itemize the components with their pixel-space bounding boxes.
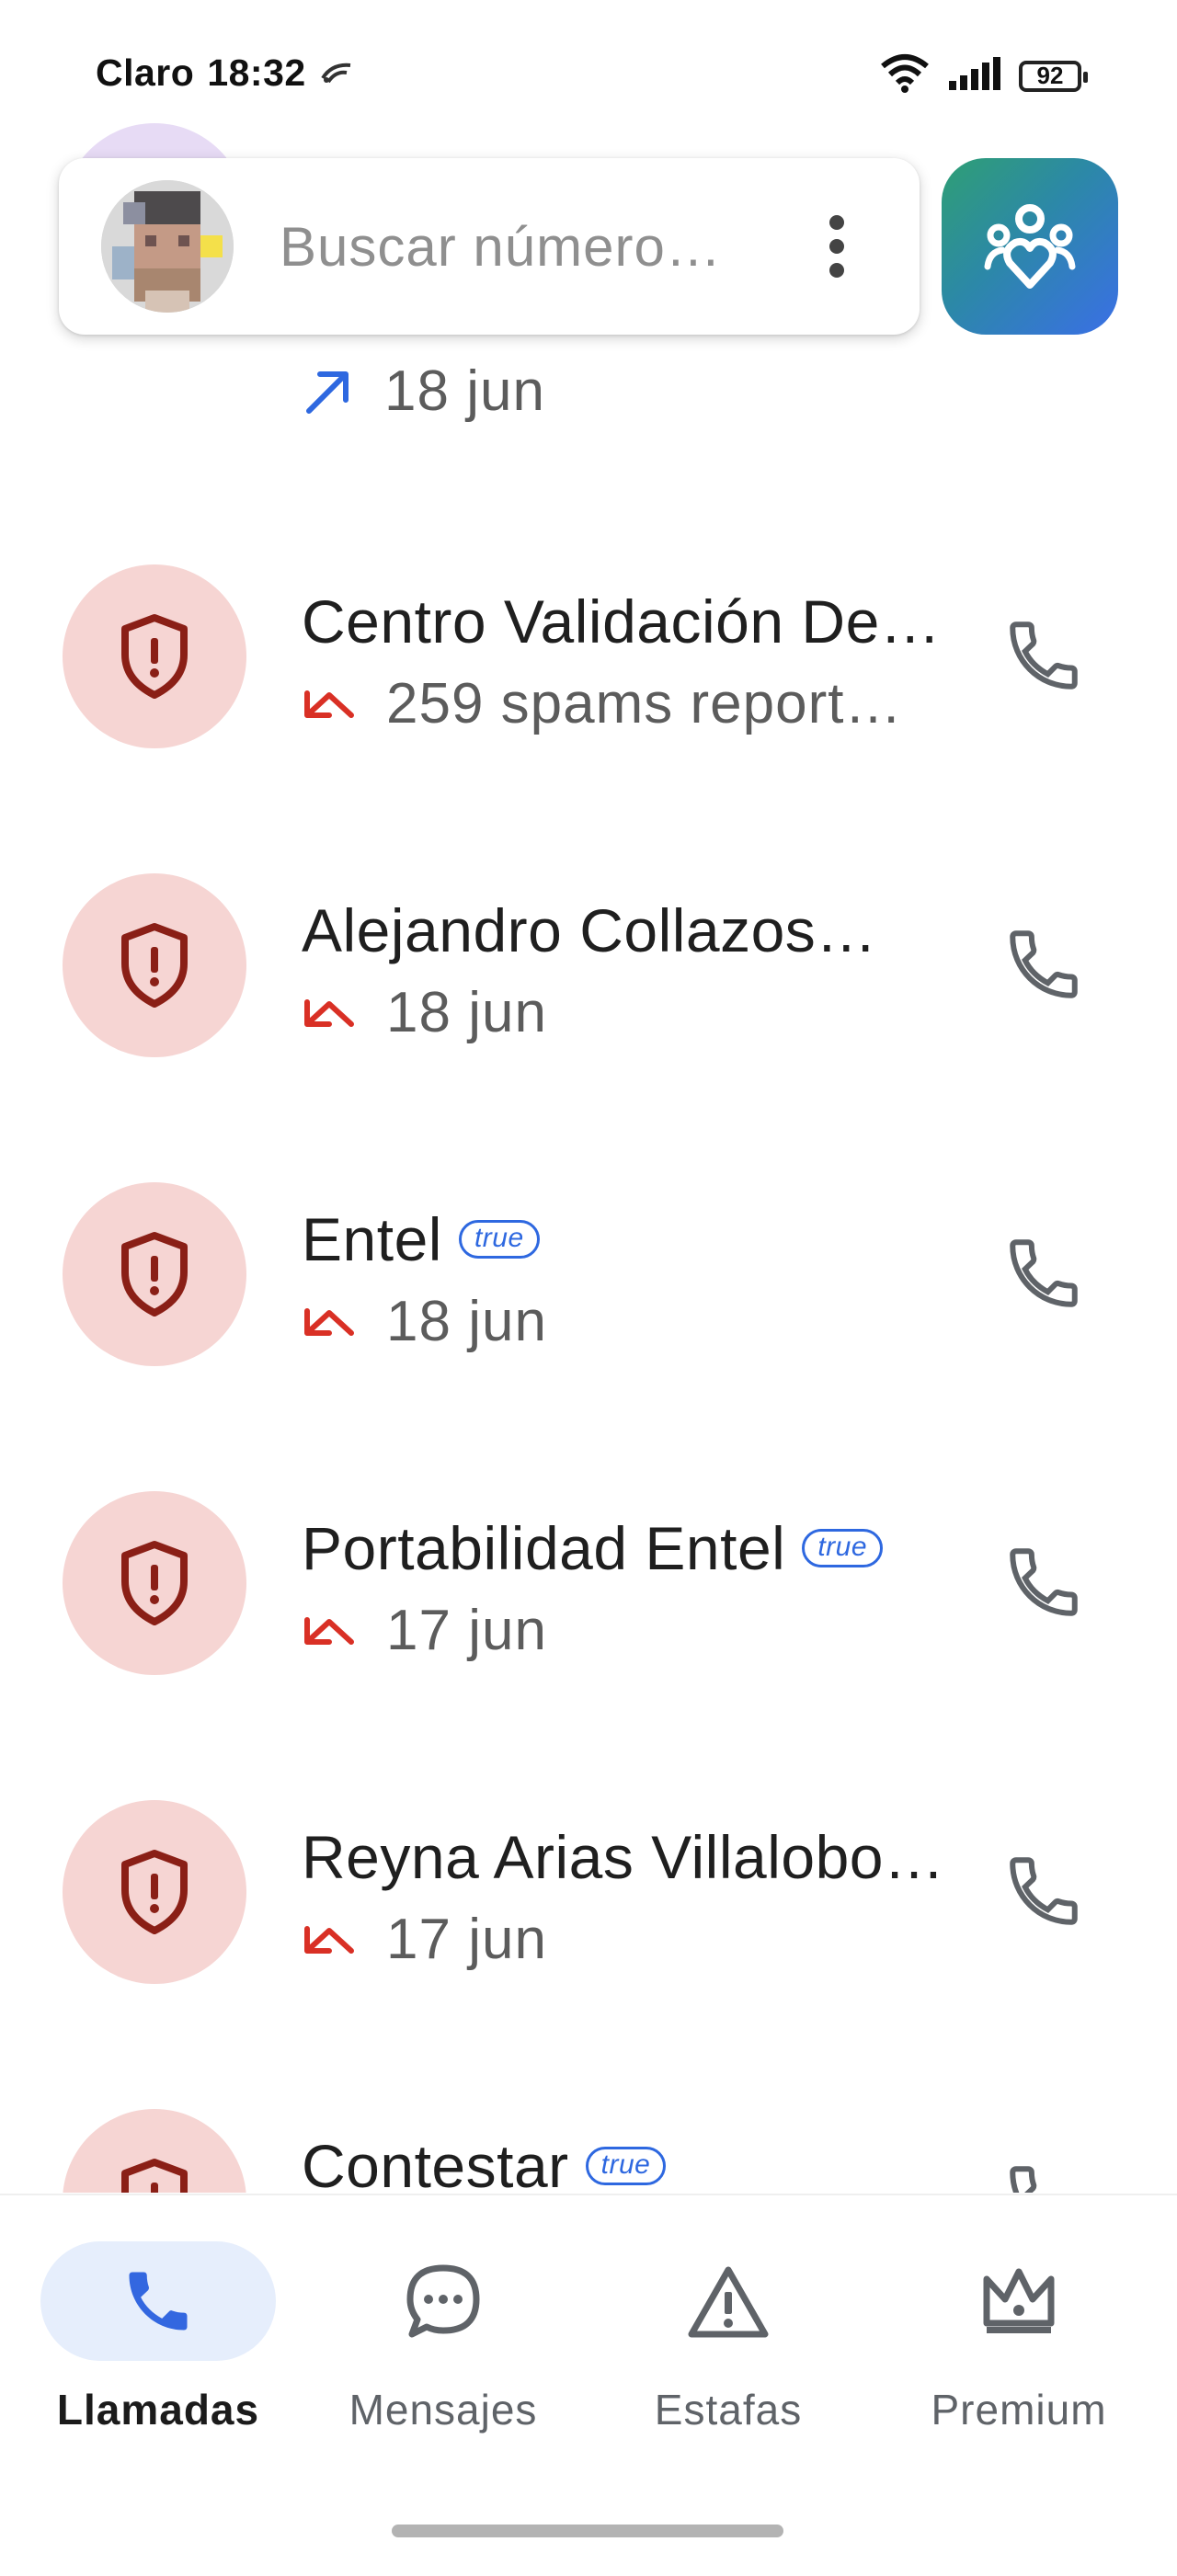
spam-shield-icon xyxy=(121,2159,188,2193)
outgoing-arrow-icon xyxy=(306,370,349,414)
missed-arrow-icon xyxy=(304,1307,354,1336)
caller-name: Centro Validación De… xyxy=(302,587,942,655)
spam-avatar[interactable] xyxy=(63,873,246,1057)
phone-call-icon[interactable] xyxy=(1002,614,1085,697)
nav-premium[interactable]: Premium xyxy=(890,2241,1148,2434)
call-detail: 18 jun xyxy=(302,1289,547,1354)
call-detail: 17 jun xyxy=(302,1598,547,1663)
nav-premium-label: Premium xyxy=(931,2386,1107,2434)
verified-badge: true xyxy=(802,1529,884,1567)
spam-shield-icon xyxy=(121,614,188,699)
warning-triangle-icon xyxy=(688,2266,769,2338)
call-date: 18 jun xyxy=(384,359,545,423)
nav-messages-label: Mensajes xyxy=(349,2386,538,2434)
caller-name: Reyna Arias Villalobo… xyxy=(302,1823,945,1891)
call-row[interactable]: Alejandro Collazos… 18 jun xyxy=(0,796,1177,1105)
call-row[interactable]: Reyna Arias Villalobo… 17 jun xyxy=(0,1723,1177,2032)
call-date: 17 jun xyxy=(386,1908,547,1971)
spam-avatar[interactable] xyxy=(63,564,246,748)
caller-name-row: Reyna Arias Villalobo… xyxy=(302,1822,945,1892)
caller-name-row: Portabilidad Entel true xyxy=(302,1513,884,1583)
phone-icon xyxy=(129,2272,188,2331)
chat-bubble-icon xyxy=(406,2264,480,2338)
call-date: 18 jun xyxy=(386,981,547,1044)
verified-badge: true xyxy=(458,1220,540,1259)
missed-arrow-icon xyxy=(304,1616,354,1645)
call-row[interactable]: Portabilidad Entel true 17 jun xyxy=(0,1414,1177,1723)
spam-reports: 259 spams report… xyxy=(386,672,903,735)
caller-name: Contestar xyxy=(302,2132,569,2193)
family-protection-button[interactable] xyxy=(942,158,1118,335)
spam-avatar[interactable] xyxy=(63,1800,246,1984)
nav-messages[interactable]: Mensajes xyxy=(314,2241,572,2434)
call-row[interactable]: Entel true 18 jun xyxy=(0,1105,1177,1414)
phone-call-icon[interactable] xyxy=(1002,1541,1085,1624)
pixelated-photo-icon xyxy=(101,180,234,313)
nav-calls[interactable]: Llamadas xyxy=(29,2241,287,2434)
search-input[interactable] xyxy=(280,210,822,283)
nav-premium-pill[interactable] xyxy=(901,2241,1137,2361)
call-row[interactable]: Centro Validación De… 259 spams report… xyxy=(0,487,1177,796)
caller-name: Entel xyxy=(302,1205,442,1273)
phone-call-icon[interactable] xyxy=(1002,923,1085,1006)
nav-messages-pill[interactable] xyxy=(326,2241,561,2361)
nav-calls-pill[interactable] xyxy=(40,2241,276,2361)
nav-scams-pill[interactable] xyxy=(611,2241,846,2361)
phone-call-icon[interactable] xyxy=(1002,2159,1085,2193)
call-detail: 17 jun xyxy=(302,1907,547,1972)
crown-icon xyxy=(983,2268,1055,2333)
caller-name-row: Entel true xyxy=(302,1204,540,1274)
spam-shield-icon xyxy=(121,1232,188,1316)
caller-name-row: Alejandro Collazos… xyxy=(302,895,877,965)
nav-scams-label: Estafas xyxy=(654,2386,803,2434)
spam-shield-icon xyxy=(121,923,188,1008)
call-detail: 18 jun xyxy=(302,980,547,1045)
nav-calls-label: Llamadas xyxy=(56,2386,260,2434)
missed-arrow-icon xyxy=(304,998,354,1027)
bottom-navigation: Llamadas Mensajes Estafas Premium xyxy=(0,2194,1177,2576)
caller-name: Portabilidad Entel xyxy=(302,1514,786,1582)
missed-arrow-icon xyxy=(304,1925,354,1954)
call-date: 18 jun xyxy=(386,1290,547,1353)
nav-scams[interactable]: Estafas xyxy=(600,2241,857,2434)
spam-avatar[interactable] xyxy=(63,1491,246,1675)
profile-avatar[interactable] xyxy=(101,180,234,313)
missed-arrow-icon xyxy=(304,690,354,718)
family-group-icon xyxy=(984,204,1076,289)
phone-call-icon[interactable] xyxy=(1002,1232,1085,1315)
spam-shield-icon xyxy=(121,1541,188,1625)
call-row[interactable]: Contestar true xyxy=(0,2032,1177,2193)
call-detail: 259 spams report… xyxy=(302,671,902,736)
call-date: 17 jun xyxy=(386,1599,547,1662)
search-bar[interactable] xyxy=(59,158,920,335)
call-detail: 18 jun xyxy=(302,359,545,424)
caller-name-row: Contestar true xyxy=(302,2131,667,2193)
spam-avatar[interactable] xyxy=(63,1182,246,1366)
home-indicator[interactable] xyxy=(392,2525,783,2537)
caller-name: Alejandro Collazos… xyxy=(302,896,877,964)
phone-call-icon[interactable] xyxy=(1002,1850,1085,1932)
verified-badge: true xyxy=(585,2147,667,2185)
caller-name-row: Centro Validación De… xyxy=(302,587,941,656)
spam-shield-icon xyxy=(121,1850,188,1934)
more-options-icon[interactable] xyxy=(826,215,848,278)
spam-avatar[interactable] xyxy=(63,2109,246,2193)
